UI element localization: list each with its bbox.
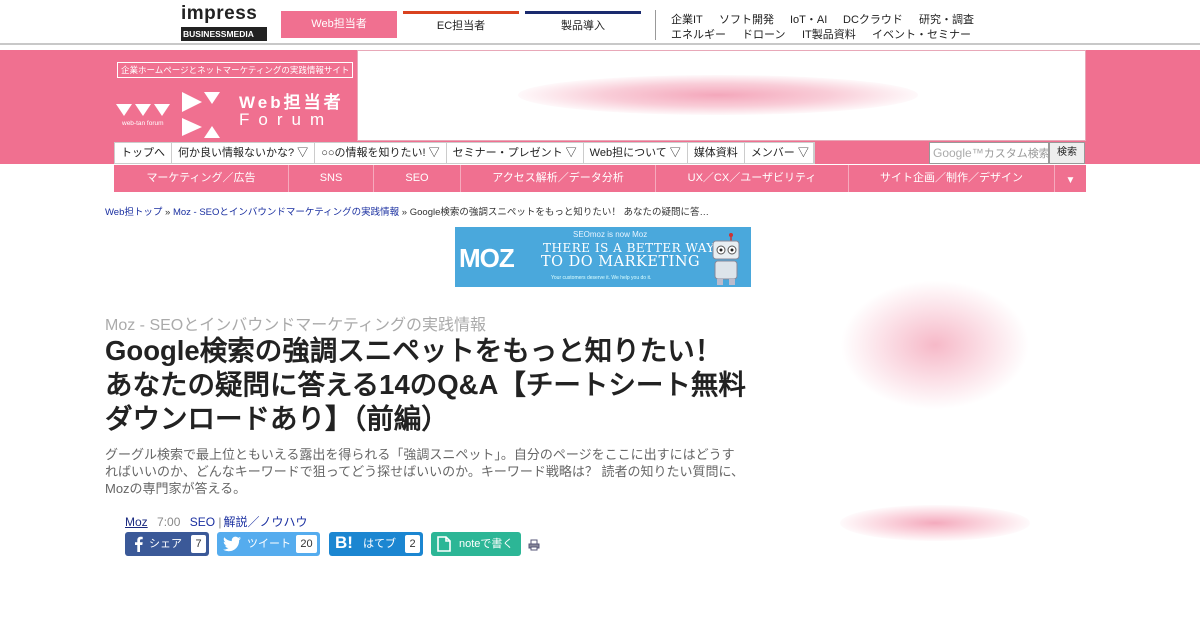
- breadcrumb-separator: »: [401, 207, 408, 218]
- site-tab-web[interactable]: Web担当者: [281, 11, 397, 38]
- facebook-share-label: シェア: [149, 538, 182, 550]
- ad-placeholder: [518, 75, 918, 115]
- search-button[interactable]: 検索: [1049, 142, 1085, 164]
- cat-item-marketing[interactable]: マーケティング／広告: [114, 165, 289, 192]
- category-link[interactable]: IoT・AI: [790, 11, 827, 27]
- search-placeholder: カスタム検索: [983, 148, 1049, 160]
- site-tab-products[interactable]: 製品導入: [525, 11, 641, 38]
- sidebar-ad[interactable]: [840, 280, 1030, 410]
- article-byline: Moz 7:00 SEO | 解説／ノウハウ: [125, 513, 308, 530]
- tag-separator: |: [218, 515, 222, 529]
- author-link[interactable]: Moz: [125, 515, 148, 529]
- moz-robot-icon: [712, 233, 740, 285]
- cat-item-analytics[interactable]: アクセス解析／データ分析: [461, 165, 656, 192]
- twitter-icon: [223, 536, 241, 552]
- site-tagline: 企業ホームページとネットマーケティングの実践情報サイト: [117, 62, 354, 78]
- twitter-share-button[interactable]: ツイート 20: [217, 532, 320, 556]
- nav-item-top[interactable]: トップへ: [115, 143, 172, 163]
- webtan-logo-subtitle: Forum: [239, 110, 334, 129]
- article-section-label[interactable]: Moz - SEOとインバウンドマーケティングの実践情報: [105, 311, 486, 335]
- hatena-label: はてブ: [363, 538, 396, 550]
- category-link[interactable]: イベント・セミナー: [872, 26, 971, 42]
- breadcrumb-current: Google検索の強調スニペットをもっと知りたい！ あなたの疑問に答…: [409, 207, 710, 218]
- cat-item-ux[interactable]: UX／CX／ユーザビリティ: [656, 165, 849, 192]
- tag-link[interactable]: SEO: [190, 515, 215, 529]
- article-summary: グーグル検索で最上位ともいえる露出を得られる「強調スニペット」。自分のページをこ…: [105, 447, 745, 496]
- webtan-logo[interactable]: 企業ホームページとネットマーケティングの実践情報サイト web-tan foru…: [114, 56, 357, 142]
- category-nav: マーケティング／広告 SNS SEO アクセス解析／データ分析 UX／CX／ユー…: [114, 165, 1086, 192]
- note-share-button[interactable]: noteで書く: [431, 532, 521, 556]
- breadcrumb: Web担トップ » Moz - SEOとインバウンドマーケティングの実践情報 »…: [105, 204, 709, 218]
- hatena-bookmark-button[interactable]: B! はてブ 2: [329, 532, 423, 556]
- category-link[interactable]: ドローン: [742, 26, 785, 42]
- banner-line2: TO DO MARKETING: [541, 254, 701, 270]
- note-label: noteで書く: [459, 538, 514, 550]
- moz-logo: MOZ: [459, 243, 515, 273]
- hatena-count: 2: [405, 535, 420, 553]
- nav-item-topics[interactable]: ○○の情報を知りたい! ▽: [315, 143, 447, 163]
- category-link[interactable]: 研究・調査: [919, 11, 974, 27]
- impress-logo[interactable]: impress BUSINESSMEDIA: [181, 3, 267, 41]
- site-tab-ec[interactable]: EC担当者: [403, 11, 519, 38]
- divider: [655, 10, 656, 40]
- main-nav: トップへ 何か良い情報ないかな? ▽ ○○の情報を知りたい! ▽ セミナー・プレ…: [114, 142, 815, 164]
- banner-line3: Your customers deserve it. We help you d…: [551, 275, 652, 281]
- facebook-icon: [135, 536, 143, 552]
- banner-line1: THERE IS A BETTER WAY: [543, 241, 715, 255]
- facebook-share-button[interactable]: シェア 7: [125, 532, 209, 556]
- search-input[interactable]: Google™カスタム検索: [929, 142, 1049, 164]
- category-link[interactable]: DCクラウド: [843, 11, 903, 27]
- category-link[interactable]: 企業IT: [671, 11, 703, 27]
- breadcrumb-separator: »: [165, 207, 171, 218]
- impress-logo-subtext: BUSINESSMEDIA: [181, 27, 267, 41]
- header-ad[interactable]: [357, 50, 1086, 141]
- nav-item-media[interactable]: 媒体資料: [688, 143, 745, 163]
- banner-top-text: SEOmoz is now Moz: [573, 230, 648, 239]
- chevron-down-icon[interactable]: ▼: [1055, 165, 1086, 192]
- print-icon[interactable]: [528, 539, 540, 551]
- moz-banner-ad[interactable]: MOZ SEOmoz is now Moz THERE IS A BETTER …: [455, 227, 751, 287]
- twitter-share-count: 20: [296, 535, 317, 553]
- cat-item-design[interactable]: サイト企画／制作／デザイン: [849, 165, 1055, 192]
- publish-time: 7:00: [157, 515, 181, 529]
- breadcrumb-home[interactable]: Web担トップ: [105, 207, 162, 218]
- category-link[interactable]: ソフト開発: [719, 11, 774, 27]
- nav-item-member[interactable]: メンバー ▽: [745, 143, 814, 163]
- cat-item-seo[interactable]: SEO: [374, 165, 461, 192]
- google-brand: Google™: [933, 146, 984, 160]
- webtan-logo-mark-icon: [116, 92, 220, 138]
- impress-logo-text: impress: [181, 3, 258, 24]
- nav-item-seminar[interactable]: セミナー・プレゼント ▽: [447, 143, 584, 163]
- tag-link[interactable]: 解説／ノウハウ: [224, 515, 308, 529]
- category-link[interactable]: IT製品資料: [802, 26, 856, 42]
- hatena-icon: B!: [335, 533, 353, 552]
- article-title: Google検索の強調スニペットをもっと知りたい！ あなたの疑問に答える14のQ…: [105, 335, 746, 434]
- cat-item-sns[interactable]: SNS: [289, 165, 374, 192]
- note-icon: [437, 536, 451, 552]
- global-top-bar: impress BUSINESSMEDIA Web担当者 EC担当者 製品導入 …: [0, 0, 1200, 45]
- breadcrumb-section[interactable]: Moz - SEOとインバウンドマーケティングの実践情報: [173, 207, 399, 218]
- nav-item-about[interactable]: Web担について ▽: [584, 143, 688, 163]
- category-link[interactable]: エネルギー: [671, 26, 726, 42]
- webtan-logo-small: web-tan forum: [122, 120, 164, 127]
- facebook-share-count: 7: [191, 535, 206, 553]
- sidebar-ad[interactable]: [840, 505, 1030, 541]
- nav-item-info[interactable]: 何か良い情報ないかな? ▽: [172, 143, 316, 163]
- twitter-share-label: ツイート: [247, 538, 291, 550]
